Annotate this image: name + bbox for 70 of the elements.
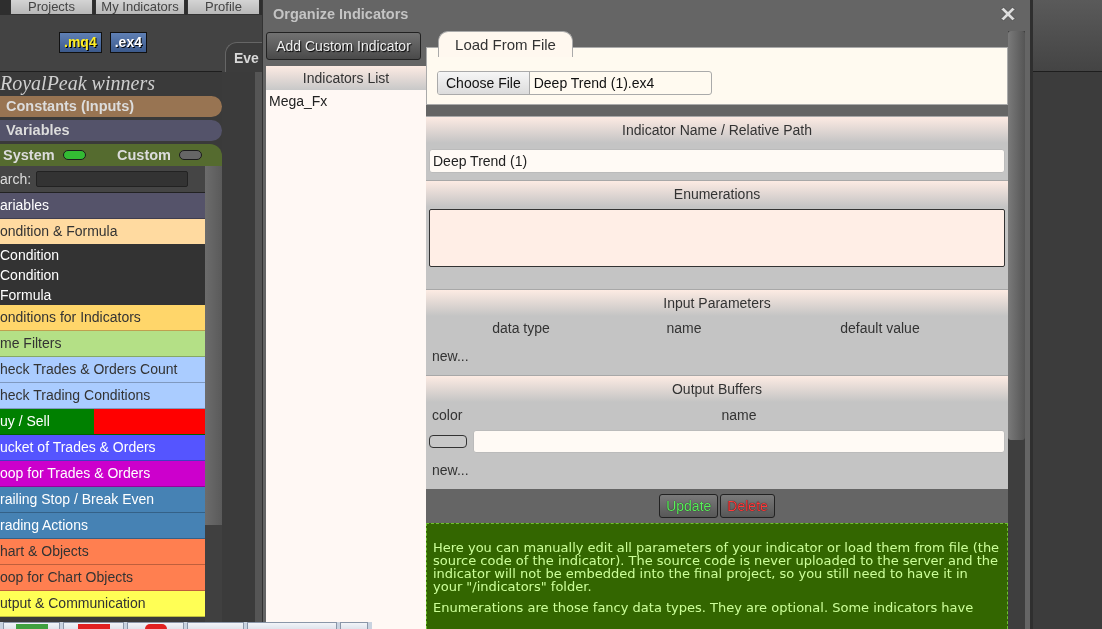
name-input[interactable]: Deep Trend (1) bbox=[429, 149, 1005, 173]
file-input[interactable]: Choose File Deep Trend (1).ex4 bbox=[437, 71, 712, 95]
category-item[interactable]: hart & Objects bbox=[0, 539, 205, 565]
block-item[interactable]: Condition bbox=[0, 245, 205, 265]
taskbar-button[interactable] bbox=[187, 622, 244, 629]
taskbar-button[interactable] bbox=[127, 622, 184, 629]
column-header: color bbox=[431, 407, 464, 423]
taskbar-button[interactable] bbox=[247, 622, 337, 629]
category-item[interactable]: onditions for Indicators bbox=[0, 305, 205, 331]
block-item[interactable]: Formula bbox=[0, 285, 205, 305]
nav-tab[interactable]: My Indicators bbox=[95, 0, 185, 15]
category-item[interactable]: utput & Communication bbox=[0, 591, 205, 617]
file-type-button[interactable]: .ex4 bbox=[109, 32, 147, 53]
new-link[interactable]: new... bbox=[426, 454, 469, 486]
file-type-button[interactable]: .mq4 bbox=[59, 32, 102, 53]
indicator-item[interactable]: Mega_Fx bbox=[268, 92, 424, 110]
color-swatch[interactable] bbox=[429, 434, 467, 448]
column-header: name bbox=[665, 320, 703, 336]
app-icon bbox=[144, 624, 167, 629]
toggle-label: Custom bbox=[117, 147, 171, 163]
close-icon[interactable] bbox=[1000, 6, 1016, 22]
help-text: Here you can manually edit all parameters of your indicator or load them from file (the source code of the indicator). The source code is never uploaded to the server and the indicator will not be embedded into the final project, so you still need to have it in your "/indicators" folder. bbox=[433, 541, 1001, 593]
editor-tab[interactable]: Eve bbox=[225, 42, 262, 72]
section-header: Input Parameters bbox=[426, 289, 1008, 316]
scrollbar-thumb[interactable] bbox=[205, 166, 222, 525]
column-header: default value bbox=[839, 320, 921, 336]
scrollbar-thumb[interactable] bbox=[1008, 31, 1025, 440]
search-label: arch: bbox=[0, 171, 32, 187]
nav-tab[interactable]: Projects bbox=[10, 0, 93, 15]
toggle-switch[interactable] bbox=[62, 150, 86, 160]
category-item[interactable]: oop for Chart Objects bbox=[0, 565, 205, 591]
toggle-switch[interactable] bbox=[179, 150, 202, 160]
choose-file-button[interactable]: Choose File bbox=[438, 72, 530, 94]
list-header: Indicators List bbox=[266, 66, 426, 90]
project-title: RoyalPeak winners bbox=[0, 72, 155, 96]
taskbar-button[interactable] bbox=[340, 622, 368, 629]
category-item[interactable]: ondition & Formula bbox=[0, 219, 205, 245]
buffer-name-input[interactable] bbox=[473, 429, 1005, 453]
category-item[interactable]: heck Trades & Orders Count bbox=[0, 357, 205, 383]
category-item[interactable]: rading Actions bbox=[0, 513, 205, 539]
enumerations-textarea[interactable] bbox=[429, 209, 1005, 267]
add-indicator-button[interactable]: Add Custom Indicator bbox=[266, 32, 421, 60]
tab[interactable]: Load From File bbox=[438, 31, 573, 57]
new-link[interactable]: new... bbox=[426, 340, 469, 372]
search-field[interactable] bbox=[36, 171, 189, 187]
section-bar[interactable]: Variables bbox=[0, 120, 222, 141]
category-item[interactable]: uy / Sell bbox=[0, 409, 205, 435]
category-item[interactable]: ucket of Trades & Orders bbox=[0, 435, 205, 461]
block-item[interactable]: Condition bbox=[0, 265, 205, 285]
file-name: Deep Trend (1).ex4 bbox=[532, 74, 655, 93]
toggle-label: System bbox=[3, 147, 55, 163]
column-header: name bbox=[720, 407, 758, 423]
section-header: Enumerations bbox=[426, 180, 1008, 207]
help-text: Enumerations are those fancy data types. They are optional. Some indicators have bbox=[433, 601, 975, 614]
app-icon bbox=[15, 624, 48, 629]
taskbar-button[interactable] bbox=[63, 622, 124, 629]
column-header: data type bbox=[491, 320, 551, 336]
category-item[interactable]: heck Trading Conditions bbox=[0, 383, 205, 409]
dialog-title: Organize Indicators bbox=[273, 6, 409, 22]
section-header: Indicator Name / Relative Path bbox=[426, 116, 1008, 143]
taskbar-button[interactable] bbox=[3, 622, 60, 629]
app-icon bbox=[77, 624, 110, 629]
category-item[interactable]: railing Stop / Break Even bbox=[0, 487, 205, 513]
nav-tab[interactable]: Profile bbox=[187, 0, 260, 15]
category-item[interactable]: ariables bbox=[0, 193, 205, 219]
category-item[interactable]: me Filters bbox=[0, 331, 205, 357]
category-item[interactable]: oop for Trades & Orders bbox=[0, 461, 205, 487]
header-bar bbox=[1033, 0, 1102, 72]
section-header: Output Buffers bbox=[426, 375, 1008, 402]
update-button[interactable]: Update bbox=[659, 494, 719, 518]
